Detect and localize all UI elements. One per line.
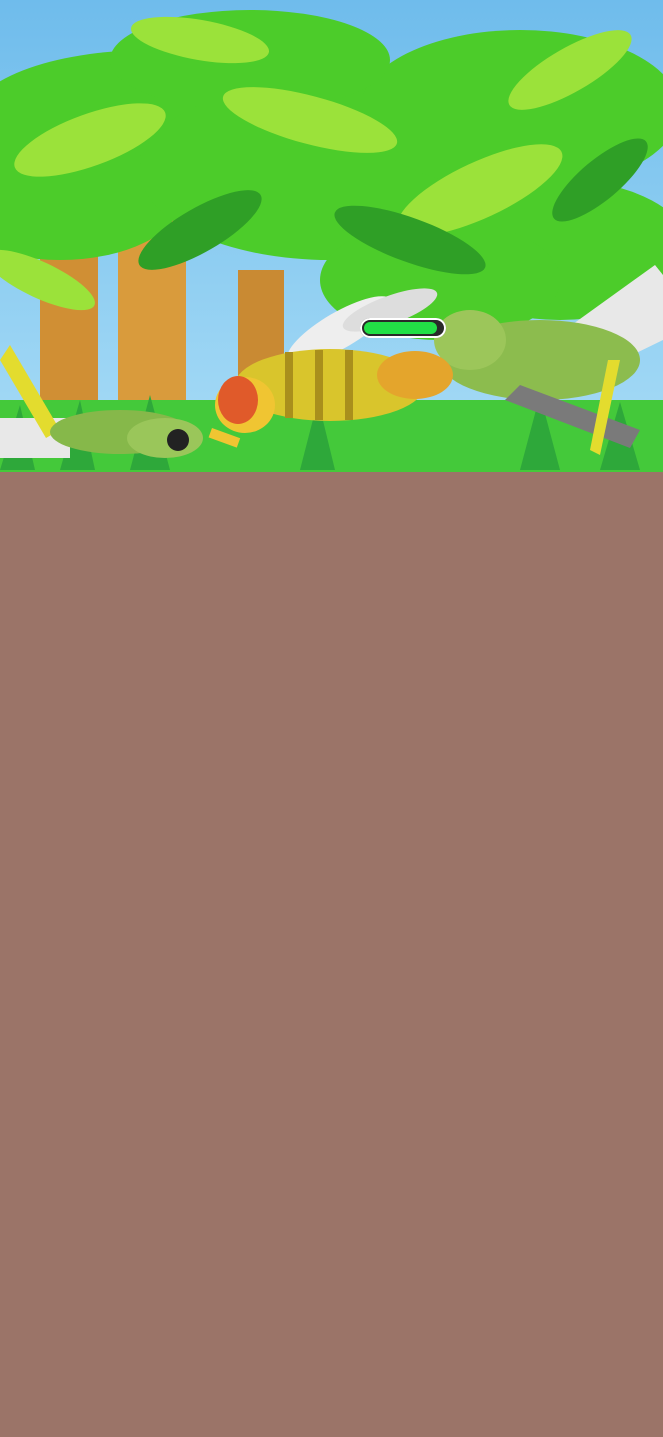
hornet-eye bbox=[218, 376, 258, 424]
hornet-thorax bbox=[377, 351, 453, 399]
hornet-health-fill bbox=[364, 322, 437, 334]
game-viewport bbox=[0, 0, 663, 1437]
hornet-health-bar bbox=[360, 318, 446, 338]
game-scene bbox=[0, 0, 663, 472]
